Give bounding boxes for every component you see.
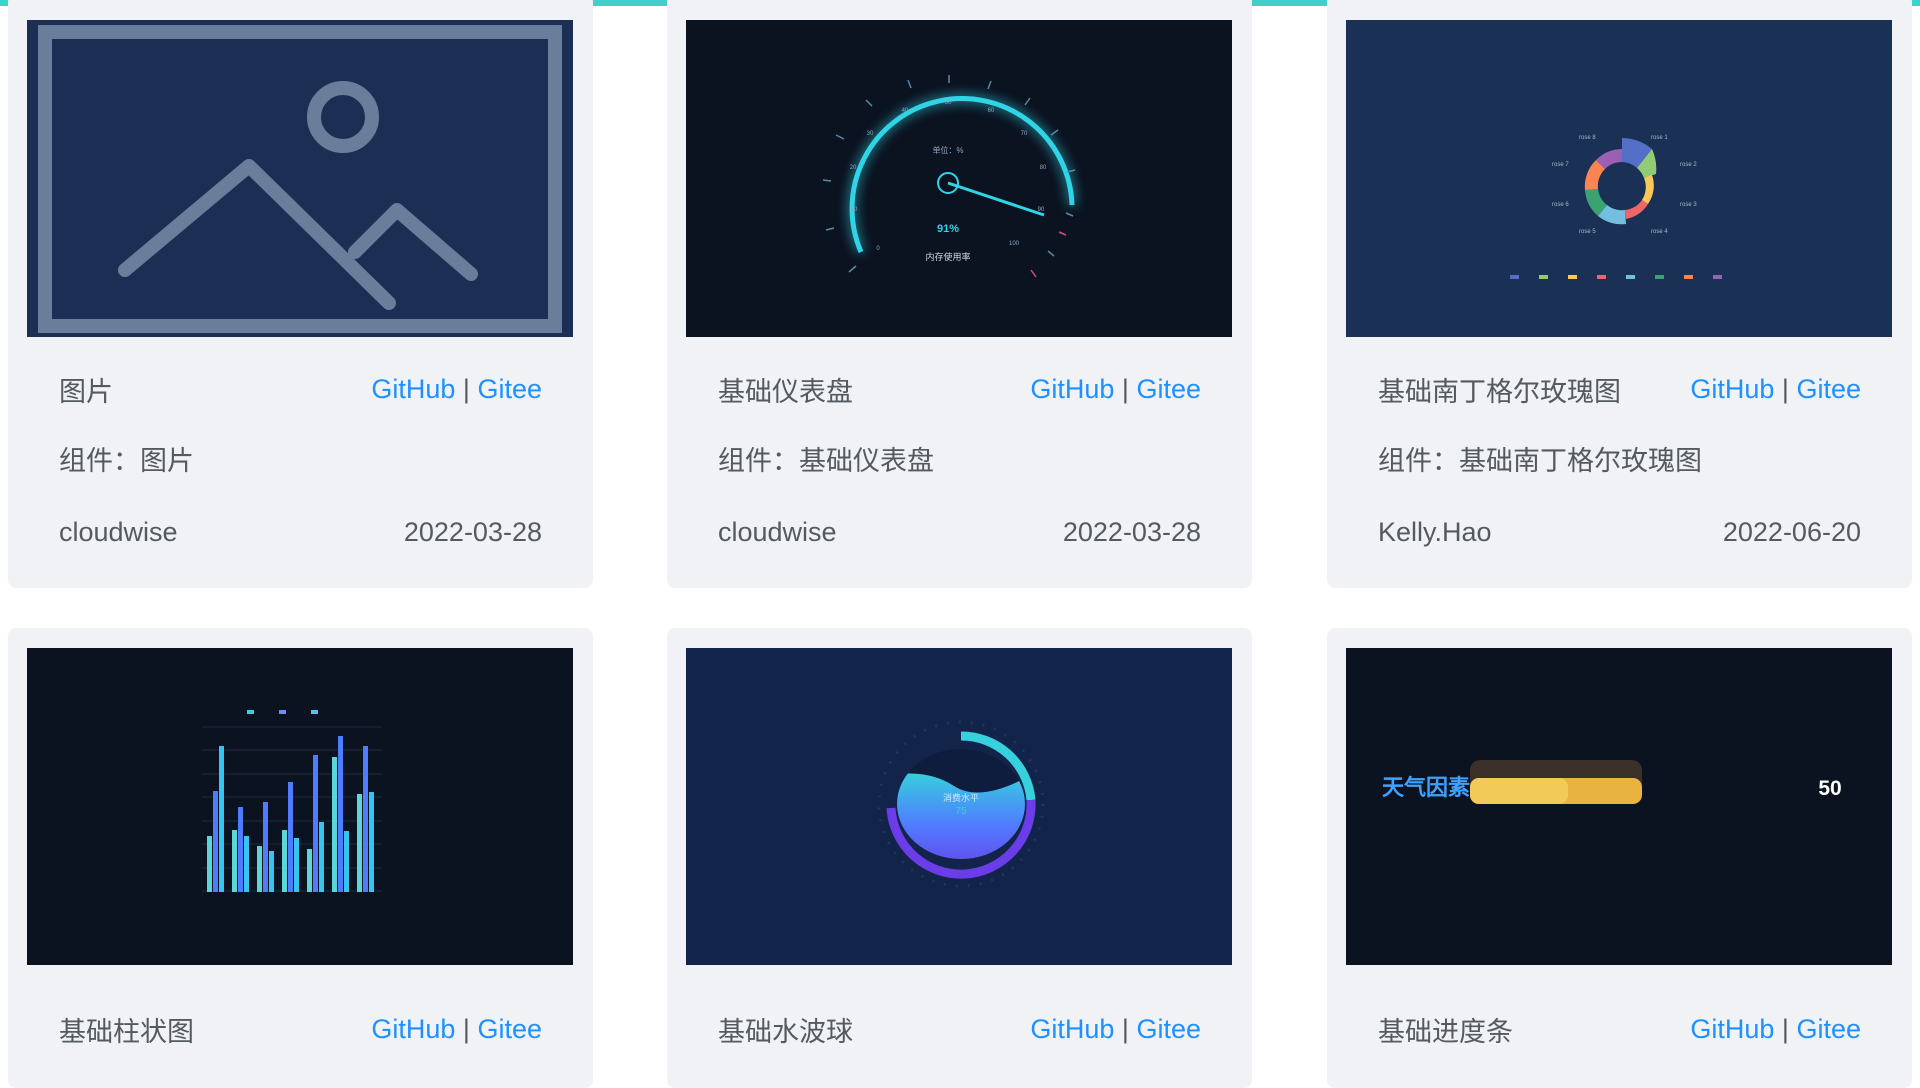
preview-bar xyxy=(319,822,324,892)
github-link[interactable]: GitHub xyxy=(1030,374,1114,404)
gitee-link[interactable]: Gitee xyxy=(477,1014,542,1044)
card-title: 基础进度条 xyxy=(1378,1017,1513,1047)
svg-text:50: 50 xyxy=(945,100,952,106)
card-date: 2022-03-28 xyxy=(1062,517,1201,547)
card-title: 基础仪表盘 xyxy=(718,377,853,407)
liquid-label: 消费水平 xyxy=(943,792,979,803)
svg-text:70: 70 xyxy=(1021,131,1028,137)
gauge-value: 91% xyxy=(937,223,959,235)
card-author: Kelly.Hao xyxy=(1378,517,1492,547)
card-component: 组件：图片 xyxy=(59,446,194,476)
card-author: cloudwise xyxy=(718,517,837,547)
preview-bar xyxy=(263,802,268,892)
preview-bar xyxy=(213,791,218,892)
component-card-progress[interactable]: 天气因素 50 基础进度条 GitHub | Gitee xyxy=(1327,628,1912,1088)
image-placeholder-icon xyxy=(38,25,562,333)
svg-text:rose 4: rose 4 xyxy=(1651,229,1668,235)
progress-label: 天气因素 xyxy=(1382,775,1470,800)
card-title: 图片 xyxy=(59,377,113,407)
repo-links: GitHub | Gitee xyxy=(1030,374,1201,404)
card-thumbnail xyxy=(27,648,573,965)
preview-bar xyxy=(313,755,318,892)
github-link[interactable]: GitHub xyxy=(1690,374,1774,404)
preview-bar xyxy=(363,746,368,892)
svg-text:0: 0 xyxy=(876,246,880,252)
svg-text:20: 20 xyxy=(850,165,857,171)
svg-text:rose 1: rose 1 xyxy=(1651,135,1668,141)
preview-bar xyxy=(257,846,262,892)
repo-links: GitHub | Gitee xyxy=(371,374,542,404)
gauge-label: 内存使用率 xyxy=(925,251,970,262)
repo-links: GitHub | Gitee xyxy=(371,1014,542,1044)
progress-bar-preview: 天气因素 50 xyxy=(1382,760,1842,804)
preview-bar xyxy=(294,838,299,892)
card-thumbnail: 消费水平 75 xyxy=(686,648,1232,965)
rose-chart-preview: rose 1 rose 2 rose 3 rose 4 rose 5 rose … xyxy=(1510,135,1722,279)
card-component: 组件：基础南丁格尔玫瑰图 xyxy=(1378,446,1702,476)
card-author: cloudwise xyxy=(59,517,178,547)
card-thumbnail xyxy=(27,20,573,337)
gitee-link[interactable]: Gitee xyxy=(1136,374,1201,404)
progress-value: 50 xyxy=(1818,777,1841,800)
github-link[interactable]: GitHub xyxy=(371,1014,455,1044)
card-date: 2022-03-28 xyxy=(403,517,542,547)
preview-bar xyxy=(288,782,293,892)
gitee-link[interactable]: Gitee xyxy=(477,374,542,404)
card-component: 组件：基础仪表盘 xyxy=(718,446,934,476)
preview-bar xyxy=(207,836,212,892)
repo-links: GitHub | Gitee xyxy=(1690,374,1861,404)
card-thumbnail: 天气因素 50 xyxy=(1346,648,1892,965)
gauge-unit: 单位：% xyxy=(932,145,963,155)
svg-text:rose 7: rose 7 xyxy=(1552,162,1569,168)
preview-bar xyxy=(332,757,337,892)
svg-text:rose 8: rose 8 xyxy=(1579,135,1596,141)
svg-text:rose 2: rose 2 xyxy=(1680,162,1697,168)
liquid-ball-preview: 消费水平 75 xyxy=(877,720,1045,888)
component-card-liquid[interactable]: 消费水平 75 基础水波球 GitHub | Gitee xyxy=(667,628,1252,1088)
github-link[interactable]: GitHub xyxy=(1030,1014,1114,1044)
preview-bar xyxy=(344,831,349,892)
component-card-image[interactable]: 图片 GitHub | Gitee 组件：图片 cloudwise 2022-0… xyxy=(8,0,593,588)
repo-links: GitHub | Gitee xyxy=(1030,1014,1201,1044)
card-title: 基础柱状图 xyxy=(59,1017,194,1047)
preview-bar xyxy=(338,736,343,892)
github-link[interactable]: GitHub xyxy=(1690,1014,1774,1044)
component-card-bar[interactable]: 基础柱状图 GitHub | Gitee xyxy=(8,628,593,1088)
svg-text:90: 90 xyxy=(1038,207,1045,213)
svg-text:rose 6: rose 6 xyxy=(1552,202,1569,208)
component-card-rose[interactable]: rose 1 rose 2 rose 3 rose 4 rose 5 rose … xyxy=(1327,0,1912,588)
component-card-gauge[interactable]: 单位：% 91% 内存使用率 0 10 20 30 40 50 60 70 80… xyxy=(667,0,1252,588)
preview-bar xyxy=(369,792,374,892)
svg-text:40: 40 xyxy=(902,108,909,114)
gitee-link[interactable]: Gitee xyxy=(1796,374,1861,404)
svg-text:10: 10 xyxy=(851,207,858,213)
gitee-link[interactable]: Gitee xyxy=(1796,1014,1861,1044)
github-link[interactable]: GitHub xyxy=(371,374,455,404)
preview-bar xyxy=(307,849,312,892)
card-thumbnail: rose 1 rose 2 rose 3 rose 4 rose 5 rose … xyxy=(1346,20,1892,337)
gitee-link[interactable]: Gitee xyxy=(1136,1014,1201,1044)
preview-bar xyxy=(232,830,237,892)
preview-bar xyxy=(244,836,249,892)
svg-text:rose 3: rose 3 xyxy=(1680,202,1697,208)
svg-text:30: 30 xyxy=(867,131,874,137)
repo-links: GitHub | Gitee xyxy=(1690,1014,1861,1044)
gauge-preview: 单位：% 91% 内存使用率 0 10 20 30 40 50 60 70 80… xyxy=(822,75,1076,278)
bar-chart-preview xyxy=(202,710,382,892)
preview-bar xyxy=(357,794,362,892)
card-thumbnail: 单位：% 91% 内存使用率 0 10 20 30 40 50 60 70 80… xyxy=(686,20,1232,337)
svg-text:60: 60 xyxy=(988,108,995,114)
preview-bar xyxy=(282,830,287,892)
svg-text:rose 5: rose 5 xyxy=(1579,229,1596,235)
preview-bar xyxy=(269,851,274,892)
svg-text:100: 100 xyxy=(1009,241,1020,247)
card-title: 基础南丁格尔玫瑰图 xyxy=(1378,377,1621,407)
preview-bar xyxy=(238,807,243,892)
liquid-value: 75 xyxy=(955,806,967,817)
card-title: 基础水波球 xyxy=(718,1017,853,1047)
svg-text:80: 80 xyxy=(1040,165,1047,171)
card-date: 2022-06-20 xyxy=(1722,517,1861,547)
preview-bar xyxy=(219,746,224,892)
